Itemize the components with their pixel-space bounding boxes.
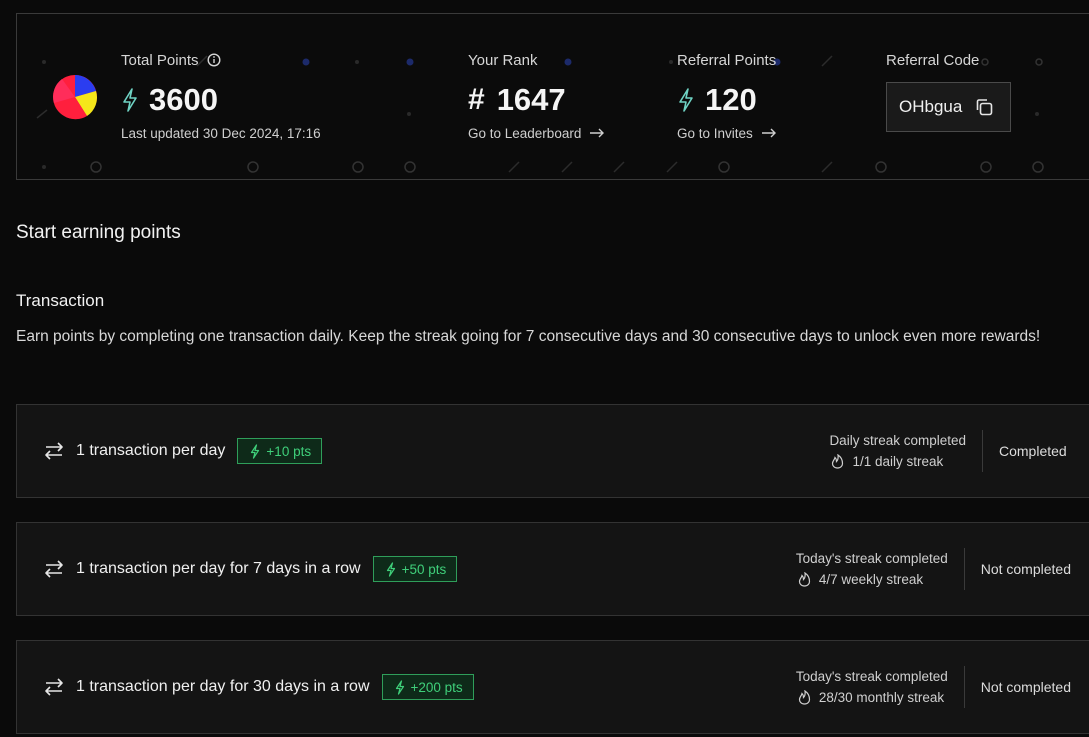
task-label: 1 transaction per day for 7 days in a ro… (76, 560, 361, 577)
leaderboard-link[interactable]: Go to Leaderboard (468, 124, 605, 142)
avatar (53, 75, 98, 120)
flame-icon (832, 454, 844, 469)
referral-code-copy-button[interactable]: OHbgua (886, 82, 1011, 132)
lightning-bolt-icon (395, 679, 404, 695)
task-row: 1 transaction per day for 7 days in a ro… (16, 522, 1089, 616)
points-badge-label: +10 pts (266, 443, 312, 459)
lightning-bolt-icon (386, 561, 395, 577)
referral-points-stat: Referral Points 120 Go to Invites (677, 50, 777, 142)
lightning-bolt-icon (123, 88, 137, 112)
rank-label: Your Rank (468, 51, 538, 69)
referral-code-stat: Referral Code (886, 50, 979, 70)
points-badge: +200 pts (381, 674, 474, 700)
leaderboard-link-label: Go to Leaderboard (468, 125, 582, 141)
last-updated-text: Last updated 30 Dec 2024, 17:16 (121, 125, 321, 141)
task-status: Completed (999, 443, 1067, 459)
invites-link-label: Go to Invites (677, 125, 753, 141)
rank-stat: Your Rank # 1647 Go to Leaderboard (468, 50, 605, 142)
transaction-subtitle: Transaction (16, 291, 105, 310)
arrow-right-icon (590, 128, 605, 138)
task-status: Not completed (980, 561, 1071, 577)
copy-icon (977, 99, 993, 116)
task-label: 1 transaction per day for 30 days in a r… (76, 678, 370, 695)
total-points-stat: Total Points 3600 Last updated 30 Dec 20… (121, 50, 321, 142)
rank-hash: # (468, 83, 485, 116)
points-badge-label: +50 pts (401, 561, 447, 577)
divider (963, 548, 965, 590)
streak-title: Daily streak completed (829, 433, 966, 448)
flame-icon (798, 690, 810, 705)
referral-points-value: 120 (705, 82, 757, 117)
arrow-right-icon (761, 128, 776, 138)
streak-title: Today's streak completed (795, 669, 948, 684)
swap-arrows-icon (45, 442, 63, 460)
flame-icon (798, 572, 810, 587)
points-badge: +50 pts (372, 556, 458, 582)
divider (982, 430, 983, 472)
streak-count-label: 1/1 daily streak (852, 454, 944, 469)
referral-code-label: Referral Code (886, 51, 980, 69)
referral-points-label: Referral Points (677, 51, 777, 69)
streak-title: Today's streak completed (795, 551, 948, 566)
invites-link[interactable]: Go to Invites (677, 124, 777, 142)
lightning-bolt-icon (251, 443, 260, 459)
lightning-bolt-icon (679, 88, 693, 112)
streak-count-label: 4/7 weekly streak (818, 572, 924, 587)
transaction-description: Earn points by completing one transactio… (16, 328, 1041, 345)
points-badge: +10 pts (237, 438, 323, 464)
swap-arrows-icon (45, 560, 63, 578)
rank-value: 1647 (496, 82, 566, 117)
section-title: Start earning points (16, 222, 181, 243)
swap-arrows-icon (45, 678, 63, 696)
task-row: 1 transaction per day for 30 days in a r… (16, 640, 1089, 734)
info-icon[interactable] (207, 53, 221, 67)
task-status: Not completed (980, 679, 1071, 695)
points-summary-card: Total Points 3600 Last updated 30 Dec 20… (16, 13, 1089, 180)
divider (963, 666, 965, 708)
total-points-value: 3600 (149, 82, 218, 117)
referral-code-value: OHbgua (899, 97, 963, 116)
total-points-label: Total Points (121, 51, 199, 69)
points-badge-label: +200 pts (410, 679, 463, 695)
streak-count-label: 28/30 monthly streak (818, 690, 945, 705)
task-label: 1 transaction per day (76, 442, 226, 459)
task-row: 1 transaction per day +10 pts Daily stre… (16, 404, 1089, 498)
